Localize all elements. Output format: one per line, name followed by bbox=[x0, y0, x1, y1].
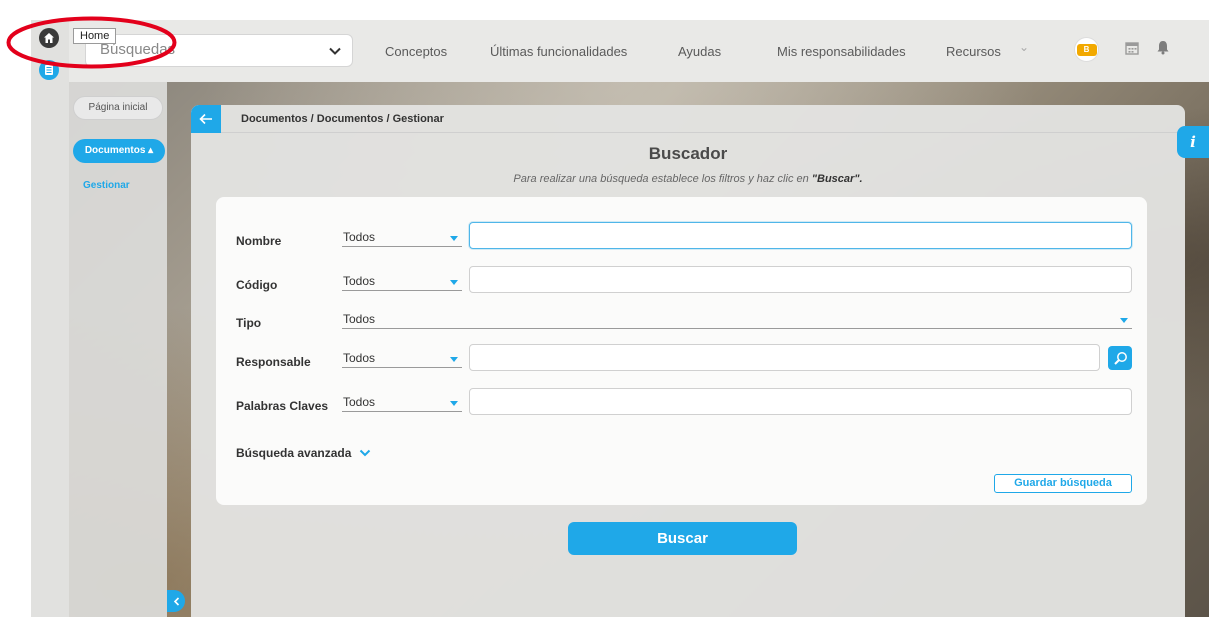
nav-conceptos[interactable]: Conceptos bbox=[385, 44, 447, 59]
documents-button[interactable] bbox=[39, 60, 59, 80]
home-tooltip: Home bbox=[73, 28, 117, 44]
tipo-value: Todos bbox=[343, 312, 376, 326]
breadcrumb-bar: Documentos / Documentos / Gestionar bbox=[191, 105, 1185, 133]
nav-ayudas[interactable]: Ayudas bbox=[678, 44, 721, 59]
collapse-sidebar-button[interactable] bbox=[167, 590, 185, 612]
nombre-input[interactable] bbox=[469, 222, 1132, 249]
app-window: Búsquedas Conceptos Últimas funcionalida… bbox=[31, 20, 1209, 617]
magnifier-icon bbox=[1113, 351, 1127, 365]
caret-down-icon bbox=[1120, 318, 1128, 323]
caret-down-icon bbox=[450, 236, 458, 241]
advanced-search-label: Búsqueda avanzada bbox=[236, 446, 352, 460]
search-type-select[interactable]: Búsquedas bbox=[85, 34, 353, 67]
palabras-claves-input[interactable] bbox=[469, 388, 1132, 415]
page-title: Buscador bbox=[648, 144, 728, 163]
label-tipo: Tipo bbox=[236, 316, 262, 330]
caret-down-icon bbox=[450, 401, 458, 406]
home-button[interactable] bbox=[39, 28, 59, 48]
search-form: Nombre Todos Código Todos Tipo Todos Res… bbox=[216, 197, 1147, 505]
advanced-search-toggle[interactable]: Búsqueda avanzada bbox=[236, 446, 371, 460]
nav-mis-responsabilidades[interactable]: Mis responsabilidades bbox=[777, 44, 906, 59]
sidebar: Página inicial Documentos ▴ Gestionar bbox=[69, 82, 167, 617]
nav-recursos[interactable]: Recursos bbox=[946, 44, 1001, 59]
chevron-down-icon bbox=[360, 449, 371, 457]
subtitle-text: Para realizar una búsqueda establece los… bbox=[513, 173, 812, 185]
nombre-operator-value: Todos bbox=[343, 230, 376, 244]
main-panel: Documentos / Documentos / Gestionar Busc… bbox=[191, 105, 1185, 617]
palabras-claves-operator-select[interactable]: Todos bbox=[342, 392, 462, 412]
avatar[interactable]: B bbox=[1074, 37, 1099, 62]
home-page-button[interactable]: Página inicial bbox=[73, 96, 163, 120]
top-bar: Búsquedas Conceptos Últimas funcionalida… bbox=[31, 20, 1209, 82]
search-button[interactable]: Buscar bbox=[568, 522, 797, 555]
caret-down-icon bbox=[450, 280, 458, 285]
label-palabras-claves: Palabras Claves bbox=[236, 399, 329, 413]
subtitle-emphasis: "Buscar". bbox=[811, 173, 863, 185]
label-responsable: Responsable bbox=[236, 355, 311, 369]
codigo-operator-select[interactable]: Todos bbox=[342, 271, 462, 291]
label-codigo: Código bbox=[236, 278, 278, 292]
arrow-left-icon bbox=[199, 113, 212, 125]
save-search-button[interactable]: Guardar búsqueda bbox=[994, 474, 1132, 493]
responsable-operator-value: Todos bbox=[343, 351, 376, 365]
responsable-input[interactable] bbox=[469, 344, 1100, 371]
chevron-left-icon bbox=[173, 596, 179, 606]
label-nombre: Nombre bbox=[236, 234, 282, 248]
nombre-operator-select[interactable]: Todos bbox=[342, 227, 462, 247]
chevron-down-icon bbox=[329, 47, 341, 55]
tipo-select[interactable]: Todos bbox=[342, 309, 1132, 329]
sidebar-item-documentos[interactable]: Documentos ▴ bbox=[73, 139, 165, 163]
bell-icon[interactable] bbox=[1156, 40, 1170, 55]
back-button[interactable] bbox=[191, 105, 221, 133]
nav-ultimas-funcionalidades[interactable]: Últimas funcionalidades bbox=[490, 44, 627, 59]
codigo-input[interactable] bbox=[469, 266, 1132, 293]
nav-more-indicator: ⌄ bbox=[1019, 40, 1030, 54]
calendar-icon[interactable] bbox=[1125, 41, 1139, 55]
caret-down-icon bbox=[450, 357, 458, 362]
responsable-search-button[interactable] bbox=[1108, 346, 1132, 370]
breadcrumb: Documentos / Documentos / Gestionar bbox=[241, 113, 444, 125]
codigo-operator-value: Todos bbox=[343, 274, 376, 288]
left-rail bbox=[31, 20, 69, 617]
page-subtitle: Para realizar una búsqueda establece los… bbox=[191, 173, 1185, 185]
document-icon bbox=[45, 65, 53, 75]
home-icon bbox=[44, 33, 54, 43]
responsable-operator-select[interactable]: Todos bbox=[342, 348, 462, 368]
palabras-claves-operator-value: Todos bbox=[343, 395, 376, 409]
sidebar-item-gestionar[interactable]: Gestionar bbox=[83, 180, 130, 191]
company-logo: B bbox=[1076, 43, 1097, 56]
info-icon[interactable]: i bbox=[1177, 126, 1209, 158]
